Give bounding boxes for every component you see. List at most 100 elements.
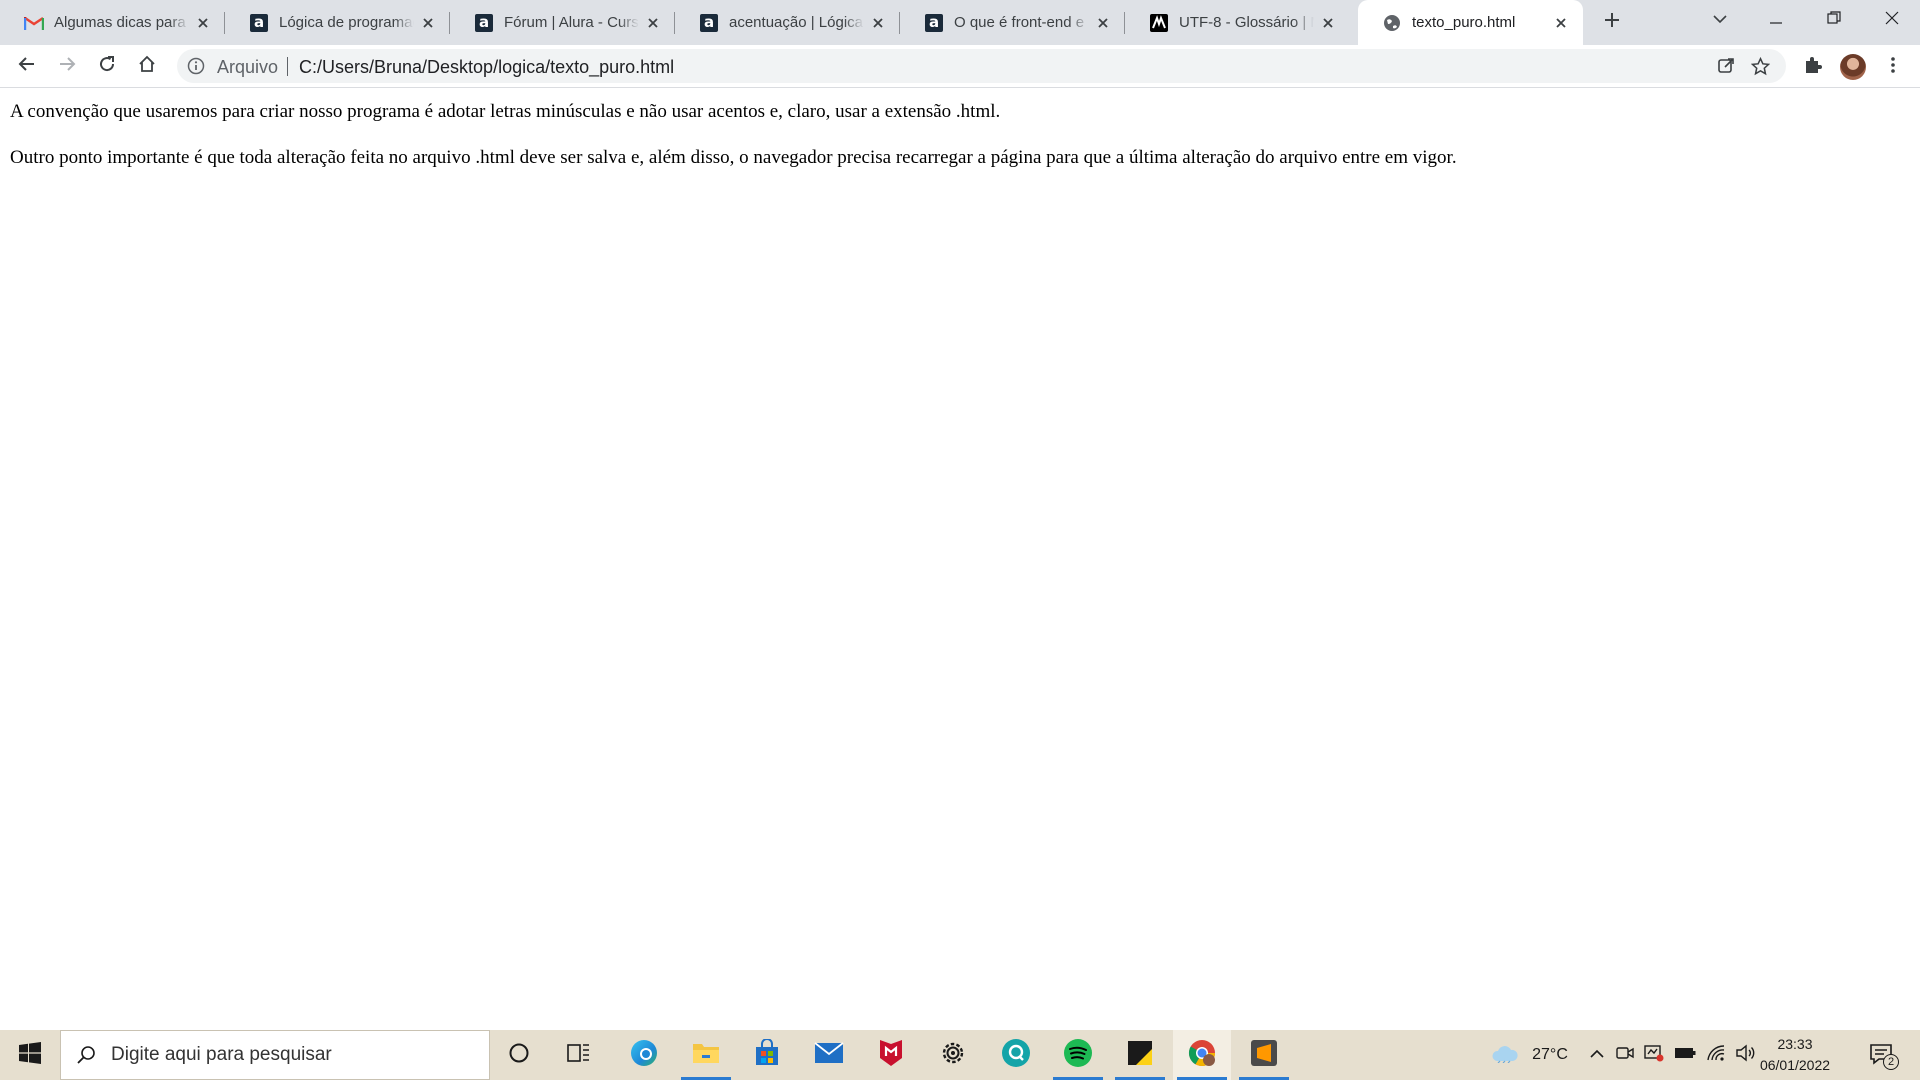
camera-icon — [1616, 1045, 1634, 1066]
taskbar-search[interactable]: Digite aqui para pesquisar — [60, 1030, 490, 1080]
close-icon[interactable] — [1318, 13, 1338, 33]
more-vertical-icon — [1890, 56, 1896, 79]
page-content: A convenção que usaremos para criar noss… — [0, 89, 1920, 1030]
alura-icon: a — [699, 13, 719, 33]
file-explorer-button[interactable] — [677, 1030, 735, 1080]
clock-time: 23:33 — [1777, 1036, 1813, 1052]
task-view-icon — [567, 1042, 591, 1069]
store-button[interactable] — [738, 1030, 796, 1080]
paragraph: Outro ponto importante é que toda altera… — [10, 147, 1457, 168]
file-explorer-icon — [692, 1041, 720, 1070]
extensions-button[interactable] — [1799, 53, 1827, 81]
close-icon[interactable] — [643, 13, 663, 33]
share-icon[interactable] — [1715, 55, 1737, 77]
edge-icon — [629, 1038, 659, 1073]
new-tab-button[interactable] — [1598, 8, 1626, 36]
clock[interactable]: 23:33 06/01/2022 — [1752, 1034, 1838, 1076]
forward-button[interactable] — [51, 50, 83, 82]
settings-button[interactable] — [924, 1030, 982, 1080]
mcafee-button[interactable] — [862, 1030, 920, 1080]
close-icon[interactable] — [1093, 13, 1113, 33]
tab-texto-puro[interactable]: texto_puro.html — [1358, 0, 1583, 45]
tab-acentuacao[interactable]: a acentuação | Lógica de — [675, 0, 900, 45]
spotify-button[interactable] — [1049, 1030, 1107, 1080]
close-window-button[interactable] — [1864, 0, 1920, 40]
profile-button[interactable] — [1839, 53, 1867, 81]
minimize-icon — [1770, 11, 1782, 29]
plus-icon — [1603, 11, 1621, 34]
tab-title: Fórum | Alura - Cursos — [504, 14, 639, 31]
tab-front-end[interactable]: a O que é front-end e ba — [900, 0, 1125, 45]
cortana-icon — [508, 1042, 530, 1069]
tab-strip: Algumas dicas para se a Lógica de progra… — [0, 0, 1920, 45]
clock-date: 06/01/2022 — [1759, 1057, 1831, 1073]
url-text[interactable]: C:/Users/Bruna/Desktop/logica/texto_puro… — [299, 57, 674, 78]
close-icon[interactable] — [193, 13, 213, 33]
tray-overflow-button[interactable] — [1585, 1030, 1609, 1080]
weather-temp[interactable]: 27°C — [1524, 1030, 1576, 1080]
tab-gmail[interactable]: Algumas dicas para se — [0, 0, 225, 45]
cortana-button[interactable] — [490, 1030, 548, 1080]
alura-icon: a — [474, 13, 494, 33]
notifications-button[interactable]: 2 — [1862, 1030, 1902, 1080]
gmail-icon — [24, 13, 44, 33]
quickassist-button[interactable] — [987, 1030, 1045, 1080]
sticky-notes-button[interactable] — [1111, 1030, 1169, 1080]
tab-title: texto_puro.html — [1412, 14, 1516, 31]
browser-toolbar: Arquivo C:/Users/Bruna/Desktop/logica/te… — [0, 45, 1920, 88]
wifi-icon — [1706, 1044, 1726, 1067]
chrome-button[interactable] — [1173, 1030, 1231, 1080]
close-icon — [1885, 11, 1899, 30]
settings-icon — [939, 1039, 967, 1072]
reload-icon — [98, 55, 116, 78]
minimize-button[interactable] — [1748, 0, 1804, 40]
file-chip: Arquivo — [217, 57, 279, 77]
arrow-left-icon — [18, 55, 36, 78]
search-placeholder: Digite aqui para pesquisar — [111, 1044, 332, 1065]
tab-title: UTF-8 - Glossário | MDN — [1179, 14, 1314, 31]
globe-icon — [1382, 13, 1402, 33]
chevron-down-icon — [1713, 11, 1727, 29]
mdn-icon — [1149, 13, 1169, 33]
start-button[interactable] — [0, 1030, 60, 1080]
windows-icon — [19, 1041, 41, 1069]
reload-button[interactable] — [91, 50, 123, 82]
tab-logica-programacao[interactable]: a Lógica de programação — [225, 0, 450, 45]
battery-icon — [1674, 1046, 1696, 1064]
sublime-text-button[interactable] — [1235, 1030, 1293, 1080]
notification-icon: 2 — [1869, 1043, 1899, 1070]
chip-divider — [287, 57, 288, 76]
back-button[interactable] — [11, 50, 43, 82]
chrome-icon — [1187, 1038, 1217, 1073]
sublime-text-icon — [1250, 1039, 1278, 1072]
spotify-icon — [1063, 1038, 1093, 1073]
menu-button[interactable] — [1879, 53, 1907, 81]
task-view-button[interactable] — [550, 1030, 608, 1080]
close-icon[interactable] — [868, 13, 888, 33]
tab-search-button[interactable] — [1692, 0, 1748, 40]
home-button[interactable] — [131, 50, 163, 82]
weather-button[interactable] — [1488, 1030, 1522, 1080]
star-icon[interactable] — [1749, 55, 1771, 77]
alura-icon: a — [924, 13, 944, 33]
close-icon[interactable] — [1551, 13, 1571, 33]
edge-button[interactable] — [615, 1030, 673, 1080]
notification-badge: 2 — [1883, 1054, 1899, 1070]
tab-forum-alura[interactable]: a Fórum | Alura - Cursos — [450, 0, 675, 45]
store-icon — [753, 1037, 781, 1072]
paragraph: A convenção que usaremos para criar noss… — [10, 101, 1001, 122]
mail-button[interactable] — [800, 1030, 858, 1080]
mcafee-icon — [878, 1038, 904, 1073]
meet-now-button[interactable] — [1613, 1030, 1637, 1080]
restore-icon — [1827, 10, 1841, 30]
mcafee-tray-button[interactable] — [1642, 1030, 1666, 1080]
chevron-up-icon — [1590, 1046, 1604, 1064]
network-button[interactable] — [1703, 1030, 1729, 1080]
restore-button[interactable] — [1806, 0, 1862, 40]
address-bar[interactable]: Arquivo C:/Users/Bruna/Desktop/logica/te… — [177, 49, 1786, 83]
battery-button[interactable] — [1672, 1030, 1698, 1080]
close-icon[interactable] — [418, 13, 438, 33]
tab-utf8-mdn[interactable]: UTF-8 - Glossário | MDN — [1125, 0, 1350, 45]
info-icon[interactable] — [186, 56, 206, 76]
search-icon — [61, 1030, 111, 1080]
